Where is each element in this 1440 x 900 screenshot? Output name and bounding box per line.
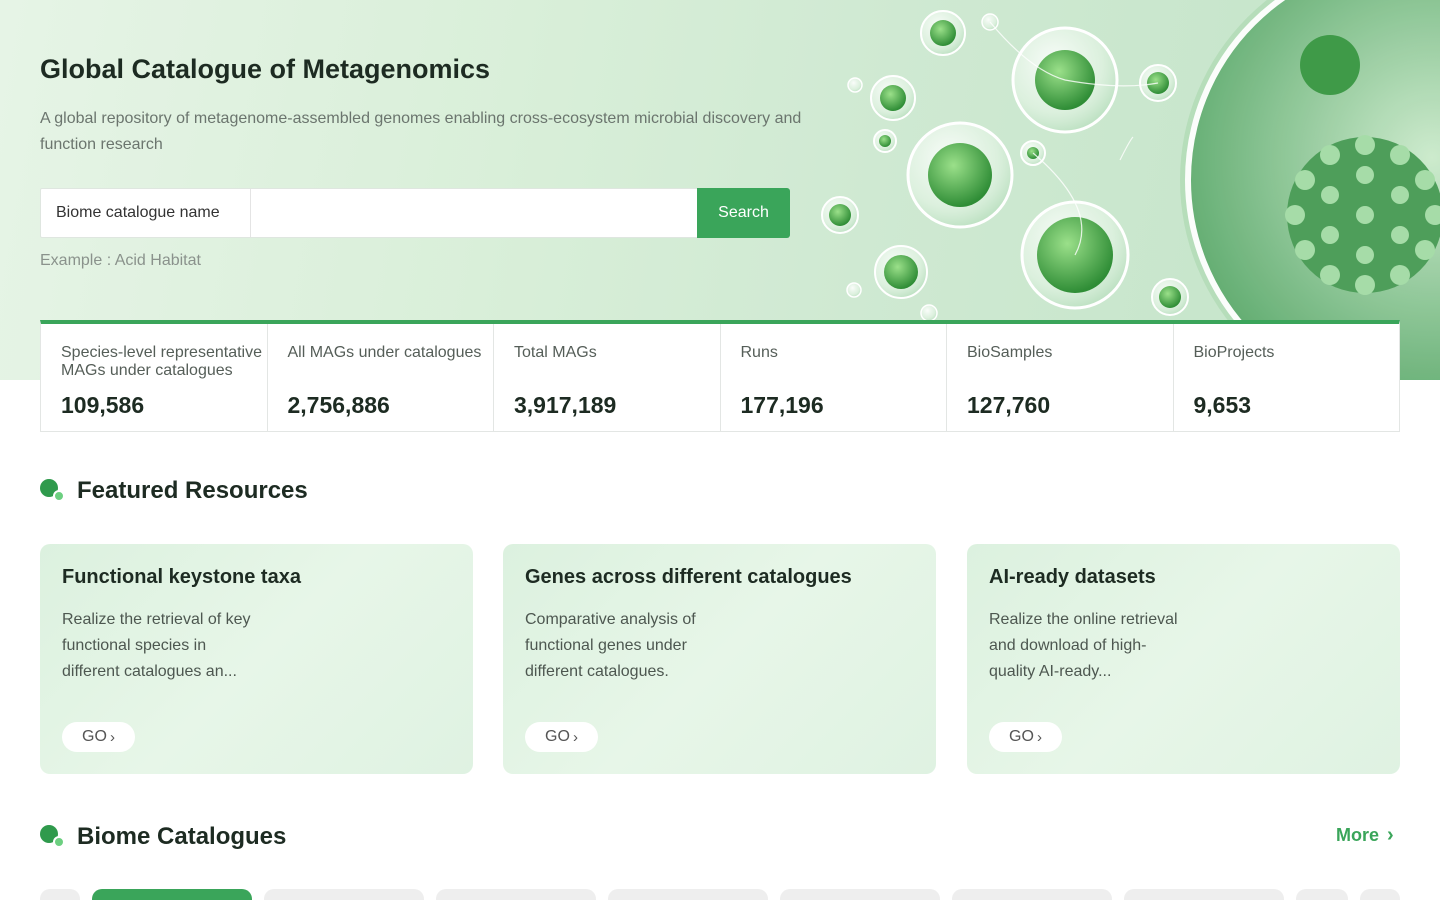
stat-bioprojects: BioProjects 9,653 [1174, 324, 1400, 431]
stat-value: 109,586 [61, 392, 145, 418]
biome-tab-strip [40, 889, 1400, 900]
go-button[interactable]: GO › [62, 722, 135, 752]
biome-tab[interactable] [780, 889, 940, 900]
stat-biosamples: BioSamples 127,760 [947, 324, 1174, 431]
section-title-text: Biome Catalogues [77, 823, 287, 850]
stat-label: All MAGs under catalogues [287, 344, 482, 361]
resource-description: Comparative analysis of functional genes… [525, 611, 696, 680]
search-type-select[interactable]: Biome catalogue name [41, 189, 251, 237]
stat-value: 127,760 [967, 392, 1051, 418]
page-subtitle: A global repository of metagenome-assemb… [40, 110, 802, 153]
biome-tab[interactable] [608, 889, 768, 900]
stat-value: 177,196 [740, 392, 824, 418]
stat-label: Total MAGs [514, 344, 597, 361]
stat-total-mags: Total MAGs 3,917,189 [494, 324, 721, 431]
resource-title: Functional keystone taxa [62, 566, 301, 588]
go-label: GO [545, 728, 570, 745]
search-bar: Biome catalogue name Search [40, 188, 790, 238]
search-type-value[interactable]: Biome catalogue name [41, 189, 251, 237]
stat-value: 9,653 [1193, 392, 1252, 418]
chevron-right-icon: › [572, 728, 578, 746]
resource-card-genes[interactable]: Genes across different catalogues Compar… [503, 544, 936, 774]
section-dots-icon [40, 824, 65, 850]
stat-runs: Runs 177,196 [721, 324, 947, 431]
stat-label: BioSamples [967, 344, 1053, 361]
chevron-right-icon: › [109, 728, 115, 746]
section-dots-icon [40, 478, 65, 504]
chevron-right-icon: › [1387, 824, 1394, 846]
resource-description: Realize the online retrieval and downloa… [989, 611, 1178, 680]
featured-resources-heading: Featured Resources [40, 477, 308, 505]
biome-catalogues-heading: Biome Catalogues [40, 823, 286, 851]
biome-tab-active[interactable] [92, 889, 252, 900]
resource-description: Realize the retrieval of key functional … [62, 611, 251, 680]
biome-tab[interactable] [952, 889, 1112, 900]
search-input[interactable] [251, 189, 697, 237]
go-label: GO [1009, 728, 1034, 745]
page-title: Global Catalogue of Metagenomics [40, 54, 491, 84]
resource-title: AI-ready datasets [989, 566, 1156, 588]
stat-label: Species-level representative MAGs under … [61, 344, 262, 379]
stat-value: 2,756,886 [287, 392, 390, 418]
stat-species-mags: Species-level representative MAGs under … [41, 324, 268, 431]
chevron-right-icon: › [1036, 728, 1042, 746]
more-link[interactable]: More › [1336, 824, 1394, 847]
stat-label: Runs [740, 344, 778, 361]
go-button[interactable]: GO › [989, 722, 1062, 752]
biome-tab[interactable] [1124, 889, 1284, 900]
stat-label: BioProjects [1193, 344, 1275, 361]
biome-tab-next[interactable] [1360, 889, 1400, 900]
biome-tab-prev[interactable] [40, 889, 80, 900]
stat-value: 3,917,189 [514, 392, 617, 418]
more-label: More [1336, 825, 1380, 845]
statistics-panel: Species-level representative MAGs under … [40, 320, 1400, 432]
resource-card-keystone-taxa[interactable]: Functional keystone taxa Realize the ret… [40, 544, 473, 774]
biome-tab[interactable] [1296, 889, 1348, 900]
search-button[interactable]: Search [697, 188, 790, 238]
biome-tab[interactable] [436, 889, 596, 900]
resource-title: Genes across different catalogues [525, 566, 852, 588]
biome-tab[interactable] [264, 889, 424, 900]
search-example: Example : Acid Habitat [40, 252, 201, 269]
go-label: GO [82, 728, 107, 745]
resource-card-ai-datasets[interactable]: AI-ready datasets Realize the online ret… [967, 544, 1400, 774]
section-title-text: Featured Resources [77, 477, 308, 504]
go-button[interactable]: GO › [525, 722, 598, 752]
stat-all-mags: All MAGs under catalogues 2,756,886 [268, 324, 494, 431]
